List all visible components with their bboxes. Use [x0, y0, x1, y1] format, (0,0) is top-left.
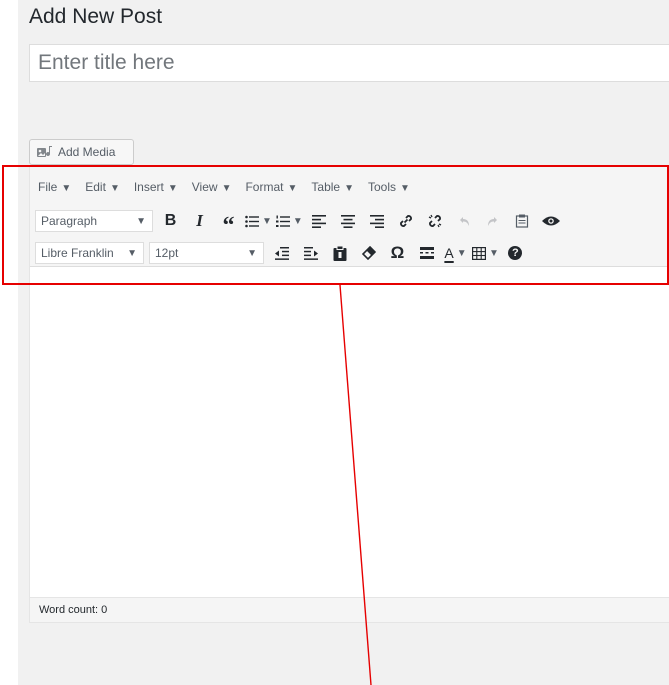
- chevron-down-icon: ▼: [400, 183, 410, 194]
- chevron-down-icon: ▼: [127, 247, 137, 259]
- insert-link-button[interactable]: [394, 209, 419, 233]
- chevron-down-icon: ▼: [287, 183, 298, 194]
- chevron-down-icon: ▼: [61, 183, 72, 194]
- editor-toolbar: File ▼ Edit ▼ Insert ▼ View ▼ Format ▼ Table ▼…: [30, 166, 669, 267]
- page-title: Add New Post: [29, 5, 163, 28]
- font-family-select[interactable]: Libre Franklin ▼: [35, 242, 144, 264]
- horizontal-line-icon: [419, 247, 434, 259]
- undo-icon: [460, 217, 470, 226]
- editor-menubar: File ▼ Edit ▼ Insert ▼ View ▼ Format ▼ Table ▼…: [30, 176, 416, 198]
- text-color-button[interactable]: A ▼: [443, 241, 468, 265]
- add-media-icon: [37, 145, 53, 159]
- chevron-down-icon: ▼: [136, 215, 146, 227]
- menu-file[interactable]: File ▼: [30, 180, 77, 194]
- indent-icon: [303, 246, 318, 260]
- undo-button[interactable]: [452, 209, 477, 233]
- toolbar-row-1: Paragraph ▼ B I “ ▼ ▼: [35, 209, 568, 238]
- chevron-down-icon: ▼: [489, 247, 499, 259]
- menu-format[interactable]: Format ▼: [237, 180, 303, 194]
- paste-word-button[interactable]: [327, 241, 352, 265]
- chevron-down-icon: ▼: [221, 183, 232, 194]
- word-count: Word count: 0: [39, 604, 108, 616]
- numbered-list-icon: [275, 215, 290, 227]
- help-button[interactable]: ?: [503, 241, 528, 265]
- post-title-field[interactable]: [29, 44, 669, 82]
- add-media-button[interactable]: Add Media: [29, 139, 134, 165]
- menu-tools[interactable]: Tools ▼: [360, 180, 416, 194]
- outdent-icon: [274, 246, 289, 260]
- post-title-input[interactable]: [30, 45, 669, 81]
- remove-link-button[interactable]: [423, 209, 448, 233]
- table-icon: [472, 246, 486, 260]
- post-editor: File ▼ Edit ▼ Insert ▼ View ▼ Format ▼ Table ▼…: [29, 165, 669, 623]
- numbered-list-button[interactable]: ▼: [275, 209, 303, 233]
- help-icon: ?: [508, 246, 523, 260]
- format-select[interactable]: Paragraph ▼: [35, 210, 153, 232]
- clipboard-icon: [333, 245, 346, 261]
- toolbar-row-2: Libre Franklin ▼ 12pt ▼ Ω A ▼ ▼ ?: [35, 241, 532, 265]
- chevron-down-icon: ▼: [344, 183, 354, 194]
- table-button[interactable]: ▼: [472, 241, 499, 265]
- editor-status-bar: Word count: 0: [30, 597, 669, 622]
- menu-insert[interactable]: Insert ▼: [126, 180, 184, 194]
- bold-button[interactable]: B: [158, 209, 183, 233]
- chevron-down-icon: ▼: [456, 247, 467, 259]
- italic-button[interactable]: I: [187, 209, 212, 233]
- align-right-button[interactable]: [365, 209, 390, 233]
- add-media-label: Add Media: [58, 145, 116, 159]
- horizontal-line-button[interactable]: [414, 241, 439, 265]
- align-right-icon: [370, 214, 385, 228]
- eye-icon: [542, 216, 561, 226]
- clear-formatting-button[interactable]: [356, 241, 381, 265]
- bullet-list-icon: [245, 215, 259, 227]
- link-icon: [400, 215, 413, 227]
- bullet-list-button[interactable]: ▼: [245, 209, 272, 233]
- align-left-icon: [312, 214, 327, 228]
- redo-icon: [488, 217, 498, 226]
- redo-button[interactable]: [481, 209, 506, 233]
- paste-as-text-button[interactable]: [510, 209, 535, 233]
- font-size-select[interactable]: 12pt ▼: [149, 242, 264, 264]
- preview-button[interactable]: [539, 209, 564, 233]
- chevron-down-icon: ▼: [292, 215, 303, 227]
- clipboard-text-icon: [516, 214, 529, 228]
- chevron-down-icon: ▼: [167, 183, 178, 194]
- menu-edit[interactable]: Edit ▼: [77, 180, 126, 194]
- align-center-button[interactable]: [336, 209, 361, 233]
- chevron-down-icon: ▼: [247, 247, 257, 259]
- special-character-button[interactable]: Ω: [385, 241, 410, 265]
- blockquote-button[interactable]: “: [216, 209, 241, 238]
- outdent-button[interactable]: [269, 241, 294, 265]
- align-left-button[interactable]: [307, 209, 332, 233]
- eraser-icon: [361, 246, 376, 260]
- align-center-icon: [341, 214, 356, 228]
- chevron-down-icon: ▼: [109, 183, 120, 194]
- unlink-icon: [429, 214, 442, 228]
- chevron-down-icon: ▼: [262, 215, 272, 227]
- menu-table[interactable]: Table ▼: [303, 180, 360, 194]
- indent-button[interactable]: [298, 241, 323, 265]
- menu-view[interactable]: View ▼: [184, 180, 238, 194]
